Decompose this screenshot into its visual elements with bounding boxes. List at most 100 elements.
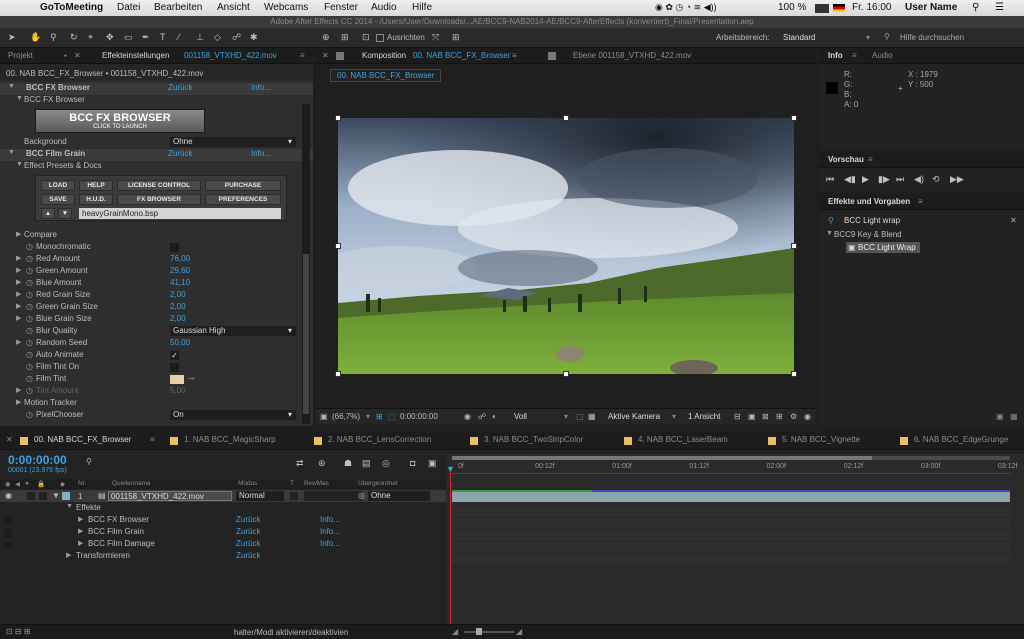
shy-icon[interactable]: ☗ (344, 458, 352, 469)
resolution-dropdown[interactable]: Voll (514, 412, 527, 421)
notification-icon[interactable]: ☰ (995, 2, 1004, 13)
workspace-dropdown[interactable]: Standard (783, 33, 815, 42)
stopwatch-icon[interactable]: ◷ (26, 338, 33, 347)
eye-icon[interactable]: ◉ (5, 480, 11, 488)
last-frame-icon[interactable]: ⏭ (896, 174, 904, 185)
graph-editor-icon[interactable]: ◘ (410, 458, 415, 468)
stopwatch-icon[interactable]: ◷ (26, 362, 33, 371)
view-axis-icon[interactable]: ⊡ (362, 32, 370, 43)
next-frame-icon[interactable]: ▮▶ (878, 174, 890, 185)
chevron-down-icon[interactable]: ▾ (672, 412, 676, 421)
reset-link[interactable]: Zurück (168, 83, 192, 92)
panel-menu-icon[interactable]: ≡ (512, 51, 517, 60)
info-link[interactable]: Info... (320, 539, 340, 548)
color-channel-icon[interactable]: ◐ (492, 412, 497, 421)
param-row[interactable]: ◷ Film Tint ⊸ (0, 374, 313, 386)
chevron-down-icon[interactable]: ▾ (564, 412, 568, 421)
expand-triangle-icon[interactable]: ▶ (78, 539, 83, 547)
close-icon[interactable]: ✕ (74, 51, 81, 60)
pin-tool-icon[interactable]: ✱ (250, 32, 258, 43)
timeline-tab-5[interactable]: 5. NAB BCC_Vignette (782, 435, 860, 444)
menu-hilfe[interactable]: Hilfe (412, 2, 432, 13)
expand-triangle-icon[interactable]: ▶ (16, 302, 21, 310)
fx-toggle[interactable] (4, 517, 12, 525)
expand-triangle-icon[interactable]: ▼ (66, 503, 73, 510)
stopwatch-icon[interactable]: ◷ (26, 290, 33, 299)
stopwatch-icon[interactable]: ◷ (26, 410, 33, 419)
status-icons[interactable]: ◉ ✿ ◷ ◔ ≋ ◀)) (655, 2, 717, 13)
param-row[interactable]: ▶ ◷ Green Amount 29,60 (0, 266, 313, 278)
stopwatch-icon[interactable]: ◷ (26, 266, 33, 275)
roto-tool-icon[interactable]: ☍ (232, 32, 241, 43)
bounding-handle[interactable] (563, 371, 569, 377)
playhead-line[interactable] (450, 468, 451, 628)
workspace-chevron-icon[interactable]: ▾ (866, 33, 870, 42)
expand-triangle-icon[interactable]: ▶ (66, 551, 71, 559)
trkmat-dropdown[interactable] (304, 491, 362, 501)
label-color[interactable] (62, 492, 70, 500)
align-checkbox[interactable] (376, 34, 384, 42)
ram-preview-icon[interactable]: ▶▶ (950, 174, 964, 185)
effect-bcc-film-grain[interactable]: ▼ BCC Film Grain Zurück Info... (0, 149, 313, 161)
timeline-tab-1[interactable]: 1. NAB BCC_MagicSharp (184, 435, 276, 444)
world-axis-icon[interactable]: ⊞ (341, 32, 349, 43)
help-search-input[interactable]: Hilfe durchsuchen (900, 33, 964, 42)
always-preview-icon[interactable]: ▣ (320, 412, 328, 421)
eraser-tool-icon[interactable]: ◇ (214, 32, 221, 43)
toggle-switches-modes[interactable]: halter/Modi aktivieren/deaktivien (234, 628, 348, 637)
pan-tool-icon[interactable]: ✥ (106, 32, 114, 43)
param-checkbox[interactable]: ✓ (170, 351, 179, 360)
expand-triangle-icon[interactable]: ▶ (16, 254, 21, 262)
layer-row[interactable]: ◉ ▼ 1 ▤ 001158_VTXHD_422.mov Normal ◎ Oh… (0, 490, 446, 502)
param-row[interactable]: ▶ Motion Tracker (0, 398, 313, 410)
expand-triangle-icon[interactable]: ▼ (52, 491, 60, 500)
param-dropdown[interactable]: On ▾ (170, 410, 296, 420)
param-row[interactable]: ▶ ◷ Random Seed 50,00 (0, 338, 313, 350)
motion-blur-icon[interactable]: ◎ (382, 458, 390, 469)
zoom-out-icon[interactable]: ◢ (452, 627, 458, 636)
stamp-tool-icon[interactable]: ⊥ (196, 32, 204, 43)
parent-dropdown[interactable]: Ohne (368, 491, 430, 501)
close-icon[interactable]: ✕ (322, 51, 329, 60)
timeline-icon[interactable]: ⊞ (776, 412, 783, 421)
layer-mode-dropdown[interactable]: Normal (236, 491, 284, 501)
reset-link[interactable]: Zurück (236, 539, 260, 548)
flowchart-icon[interactable]: ⊠ (762, 412, 769, 421)
expand-triangle-icon[interactable]: ▶ (78, 527, 83, 535)
views-dropdown[interactable]: 1 Ansicht (688, 412, 720, 421)
param-row[interactable]: ▶ ◷ Green Grain Size 2,00 (0, 302, 313, 314)
exposure-icon[interactable]: ◉ (804, 412, 811, 421)
show-snapshot-icon[interactable]: ☍ (478, 412, 486, 421)
bounding-handle[interactable] (791, 243, 797, 249)
zoom-in-icon[interactable]: ◢ (516, 627, 522, 636)
audio-icon[interactable]: ◀ (15, 480, 20, 488)
grid-icon[interactable]: ⊞ (376, 412, 383, 421)
expand-triangle-icon[interactable]: ▶ (16, 398, 21, 406)
rect-tool-icon[interactable]: ▭ (124, 32, 133, 43)
param-value[interactable]: 2,00 (170, 290, 186, 299)
reset-link[interactable]: Zurück (236, 515, 260, 524)
effects-category[interactable]: ▼ BCC9 Key & Blend (820, 230, 1024, 242)
tab-preview[interactable]: Vorschau (828, 155, 864, 164)
stopwatch-icon[interactable]: ◷ (26, 350, 33, 359)
expand-triangle-icon[interactable]: ▶ (16, 386, 21, 394)
timeline-tab-0[interactable]: 00. NAB BCC_FX_Browser (34, 435, 131, 444)
battery-icon[interactable] (815, 4, 829, 13)
new-folder-icon[interactable]: ▣ (996, 412, 1004, 421)
camera-tool-icon[interactable]: ⌖ (88, 32, 93, 43)
tab-composition-name[interactable]: 00. NAB BCC_FX_Browser (413, 51, 510, 60)
scrollbar[interactable] (302, 104, 310, 424)
expand-triangle-icon[interactable]: ▶ (16, 314, 21, 322)
clear-search-icon[interactable]: ✕ (1010, 216, 1017, 225)
param-value[interactable]: 29,60 (170, 266, 190, 275)
text-tool-icon[interactable]: T (160, 32, 166, 42)
current-time[interactable]: 0:00:00:00 (400, 412, 438, 421)
work-area-range[interactable] (452, 456, 872, 460)
param-row[interactable]: ▶ Compare (0, 230, 313, 242)
preset-file-field[interactable]: heavyGrainMono.bsp (79, 208, 281, 219)
timeline-effect-row[interactable]: ▶ BCC Film Damage Zurück Info... (0, 539, 446, 551)
bounding-handle[interactable] (563, 115, 569, 121)
graph-icon[interactable]: ▣ (428, 458, 437, 469)
param-value[interactable]: 41,10 (170, 278, 190, 287)
timeline-graph-area[interactable]: 0f 00:12f 01:00f 01:12f 02:00f 02:12f 03:00f 03… (446, 454, 1024, 630)
